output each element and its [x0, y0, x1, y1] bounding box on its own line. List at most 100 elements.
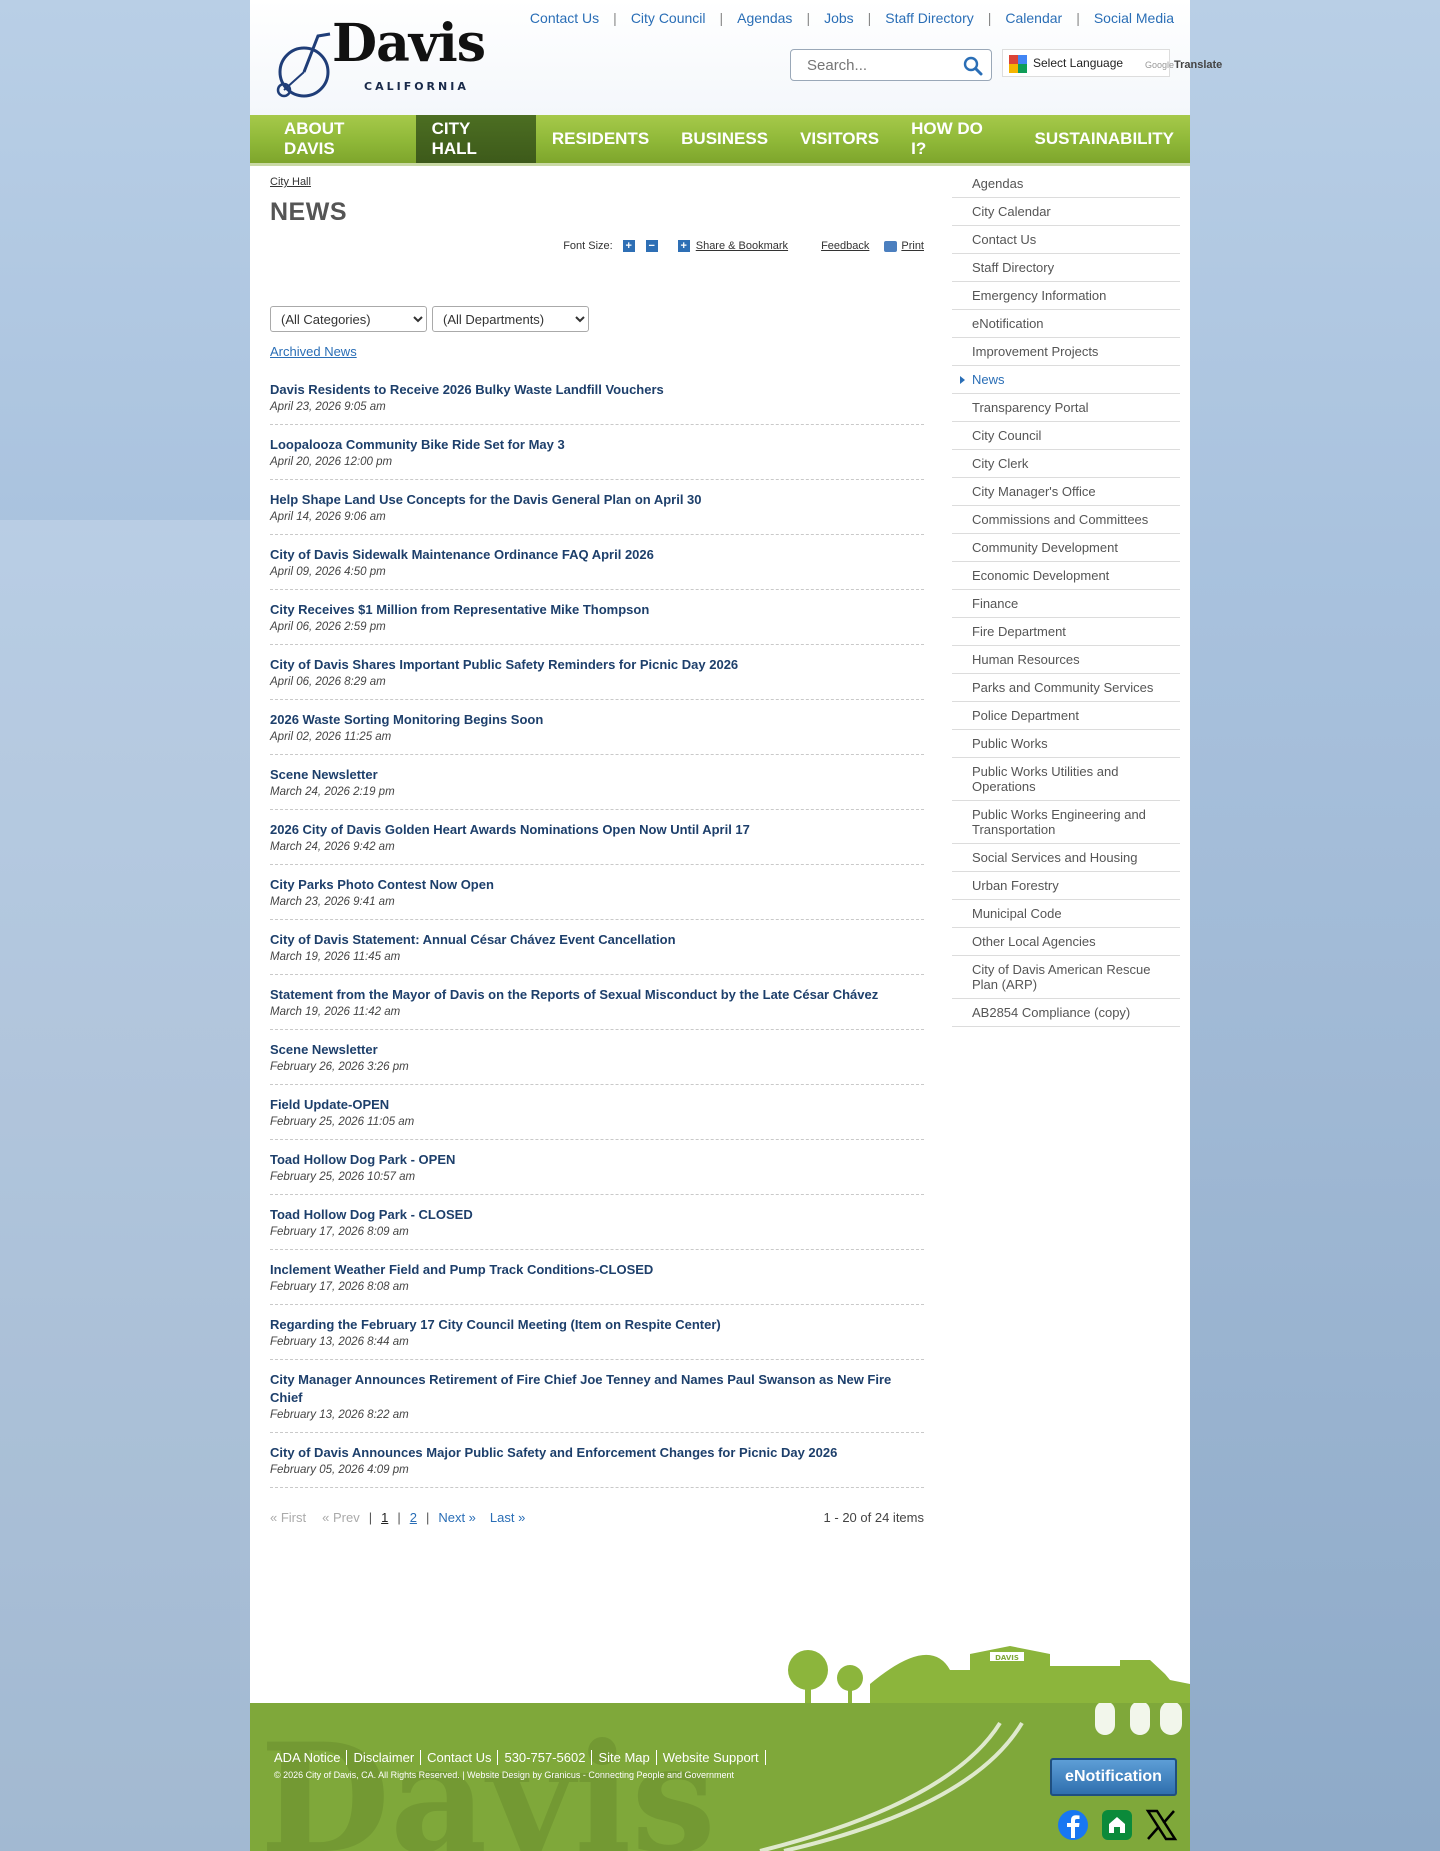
sidebar-item-transparency-portal[interactable]: Transparency Portal [952, 394, 1180, 422]
news-title-link[interactable]: City of Davis Announces Major Public Saf… [270, 1444, 924, 1462]
footer-link-support[interactable]: Website Support [657, 1750, 766, 1765]
search-icon[interactable] [963, 56, 983, 76]
sidebar-item-parks-and-community-services[interactable]: Parks and Community Services [952, 674, 1180, 702]
utility-link-calendar[interactable]: Calendar [1005, 10, 1062, 26]
news-item: City Parks Photo Contest Now Open March 2… [270, 865, 924, 920]
search-input[interactable] [807, 51, 967, 79]
nav-how-do-i[interactable]: HOW DO I? [895, 115, 1018, 163]
utility-link-agendas[interactable]: Agendas [737, 10, 792, 26]
news-title-link[interactable]: Toad Hollow Dog Park - CLOSED [270, 1206, 924, 1224]
font-decrease-icon[interactable]: − [645, 240, 658, 252]
sidebar-item-ab2854-compliance-copy[interactable]: AB2854 Compliance (copy) [952, 999, 1180, 1027]
footer-link-phone[interactable]: 530-757-5602 [498, 1750, 593, 1765]
news-title-link[interactable]: 2026 Waste Sorting Monitoring Begins Soo… [270, 711, 924, 729]
news-title-link[interactable]: Field Update-OPEN [270, 1096, 924, 1114]
news-title-link[interactable]: City of Davis Shares Important Public Sa… [270, 656, 924, 674]
news-title-link[interactable]: City Receives $1 Million from Representa… [270, 601, 924, 619]
font-increase-icon[interactable]: + [622, 240, 635, 252]
footer-link-contact[interactable]: Contact Us [421, 1750, 499, 1765]
nextdoor-icon[interactable] [1100, 1808, 1134, 1842]
nav-business[interactable]: BUSINESS [665, 115, 784, 163]
nav-city-hall[interactable]: CITY HALL [415, 115, 536, 163]
news-title-link[interactable]: Inclement Weather Field and Pump Track C… [270, 1261, 924, 1279]
nav-sustainability[interactable]: SUSTAINABILITY [1019, 115, 1190, 163]
sidebar-item-social-services-and-housing[interactable]: Social Services and Housing [952, 844, 1180, 872]
news-title-link[interactable]: Scene Newsletter [270, 766, 924, 784]
news-title-link[interactable]: City Parks Photo Contest Now Open [270, 876, 924, 894]
news-title-link[interactable]: Scene Newsletter [270, 1041, 924, 1059]
sidebar-item-improvement-projects[interactable]: Improvement Projects [952, 338, 1180, 366]
sidebar-item-city-clerk[interactable]: City Clerk [952, 450, 1180, 478]
share-bookmark-link[interactable]: Share & Bookmark [696, 240, 788, 252]
category-filter[interactable]: (All Categories) [270, 306, 427, 332]
x-icon[interactable] [1144, 1808, 1178, 1842]
sidebar-item-other-local-agencies[interactable]: Other Local Agencies [952, 928, 1180, 956]
nav-about-davis[interactable]: ABOUT DAVIS [250, 115, 416, 163]
sidebar-item-city-of-davis-american-rescue-plan-arp[interactable]: City of Davis American Rescue Plan (ARP) [952, 956, 1180, 999]
pager-page-2[interactable]: 2 [410, 1510, 417, 1525]
sidebar-item-city-calendar[interactable]: City Calendar [952, 198, 1180, 226]
footer-link-sitemap[interactable]: Site Map [592, 1750, 657, 1765]
sidebar-item-public-works-engineering-and-transportation[interactable]: Public Works Engineering and Transportat… [952, 801, 1180, 844]
sidebar-item-city-manager-s-office[interactable]: City Manager's Office [952, 478, 1180, 506]
facebook-icon[interactable] [1056, 1808, 1090, 1842]
sidebar-item-city-council[interactable]: City Council [952, 422, 1180, 450]
sidebar-item-public-works[interactable]: Public Works [952, 730, 1180, 758]
sidebar-item-human-resources[interactable]: Human Resources [952, 646, 1180, 674]
footer-watermark: Davis [260, 1711, 716, 1851]
department-filter[interactable]: (All Departments) [432, 306, 589, 332]
enotification-button[interactable]: eNotification [1050, 1758, 1177, 1796]
news-title-link[interactable]: 2026 City of Davis Golden Heart Awards N… [270, 821, 924, 839]
sidebar-item-news[interactable]: News [952, 366, 1180, 394]
nav-residents[interactable]: RESIDENTS [536, 115, 665, 163]
sidebar-item-economic-development[interactable]: Economic Development [952, 562, 1180, 590]
pagination: « First « Prev | 1 | 2 | Next » Last » 1… [270, 1510, 924, 1525]
news-title-link[interactable]: City Manager Announces Retirement of Fir… [270, 1371, 924, 1407]
utility-link-contact-us[interactable]: Contact Us [530, 10, 599, 26]
breadcrumb[interactable]: City Hall [270, 176, 924, 188]
footer-link-disclaimer[interactable]: Disclaimer [347, 1750, 422, 1765]
sidebar-item-police-department[interactable]: Police Department [952, 702, 1180, 730]
news-date: April 02, 2026 11:25 am [270, 731, 392, 743]
feedback-link[interactable]: Feedback [821, 240, 869, 252]
archived-news-link[interactable]: Archived News [270, 344, 357, 359]
news-title-link[interactable]: City of Davis Sidewalk Maintenance Ordin… [270, 546, 924, 564]
news-title-link[interactable]: City of Davis Statement: Annual César Ch… [270, 931, 924, 949]
sidebar-item-urban-forestry[interactable]: Urban Forestry [952, 872, 1180, 900]
news-item: Regarding the February 17 City Council M… [270, 1305, 924, 1360]
news-title-link[interactable]: Davis Residents to Receive 2026 Bulky Wa… [270, 381, 924, 399]
font-size-label: Font Size: [563, 240, 613, 252]
sidebar-item-public-works-utilities-and-operations[interactable]: Public Works Utilities and Operations [952, 758, 1180, 801]
pager-next[interactable]: Next » [438, 1510, 476, 1525]
news-title-link[interactable]: Help Shape Land Use Concepts for the Dav… [270, 491, 924, 509]
sidebar-item-community-development[interactable]: Community Development [952, 534, 1180, 562]
news-title-link[interactable]: Loopalooza Community Bike Ride Set for M… [270, 436, 924, 454]
print-link[interactable]: Print [901, 240, 924, 252]
sidebar-item-staff-directory[interactable]: Staff Directory [952, 254, 1180, 282]
sidebar-item-municipal-code[interactable]: Municipal Code [952, 900, 1180, 928]
sidebar-item-fire-department[interactable]: Fire Department [952, 618, 1180, 646]
separator: | [987, 10, 992, 26]
news-title-link[interactable]: Toad Hollow Dog Park - OPEN [270, 1151, 924, 1169]
sidebar-item-emergency-information[interactable]: Emergency Information [952, 282, 1180, 310]
news-item: Loopalooza Community Bike Ride Set for M… [270, 425, 924, 480]
news-title-link[interactable]: Statement from the Mayor of Davis on the… [270, 986, 924, 1004]
news-date: February 25, 2026 11:05 am [270, 1116, 415, 1128]
print-tool: Print [884, 240, 924, 252]
nav-visitors[interactable]: VISITORS [784, 115, 895, 163]
utility-link-staff-directory[interactable]: Staff Directory [885, 10, 973, 26]
footer-link-ada[interactable]: ADA Notice [274, 1750, 348, 1765]
sidebar-item-enotification[interactable]: eNotification [952, 310, 1180, 338]
davis-logo[interactable]: Davis CALIFORNIA [274, 18, 486, 102]
utility-link-city-council[interactable]: City Council [631, 10, 706, 26]
language-select[interactable]: Select Language Google [1002, 49, 1174, 77]
utility-link-jobs[interactable]: Jobs [824, 10, 854, 26]
utility-link-social-media[interactable]: Social Media [1094, 10, 1174, 26]
sidebar-item-finance[interactable]: Finance [952, 590, 1180, 618]
pager-last[interactable]: Last » [490, 1510, 525, 1525]
news-title-link[interactable]: Regarding the February 17 City Council M… [270, 1316, 924, 1334]
news-item: Toad Hollow Dog Park - CLOSED February 17… [270, 1195, 924, 1250]
sidebar-item-commissions-and-committees[interactable]: Commissions and Committees [952, 506, 1180, 534]
sidebar-item-contact-us[interactable]: Contact Us [952, 226, 1180, 254]
sidebar-item-agendas[interactable]: Agendas [952, 170, 1180, 198]
